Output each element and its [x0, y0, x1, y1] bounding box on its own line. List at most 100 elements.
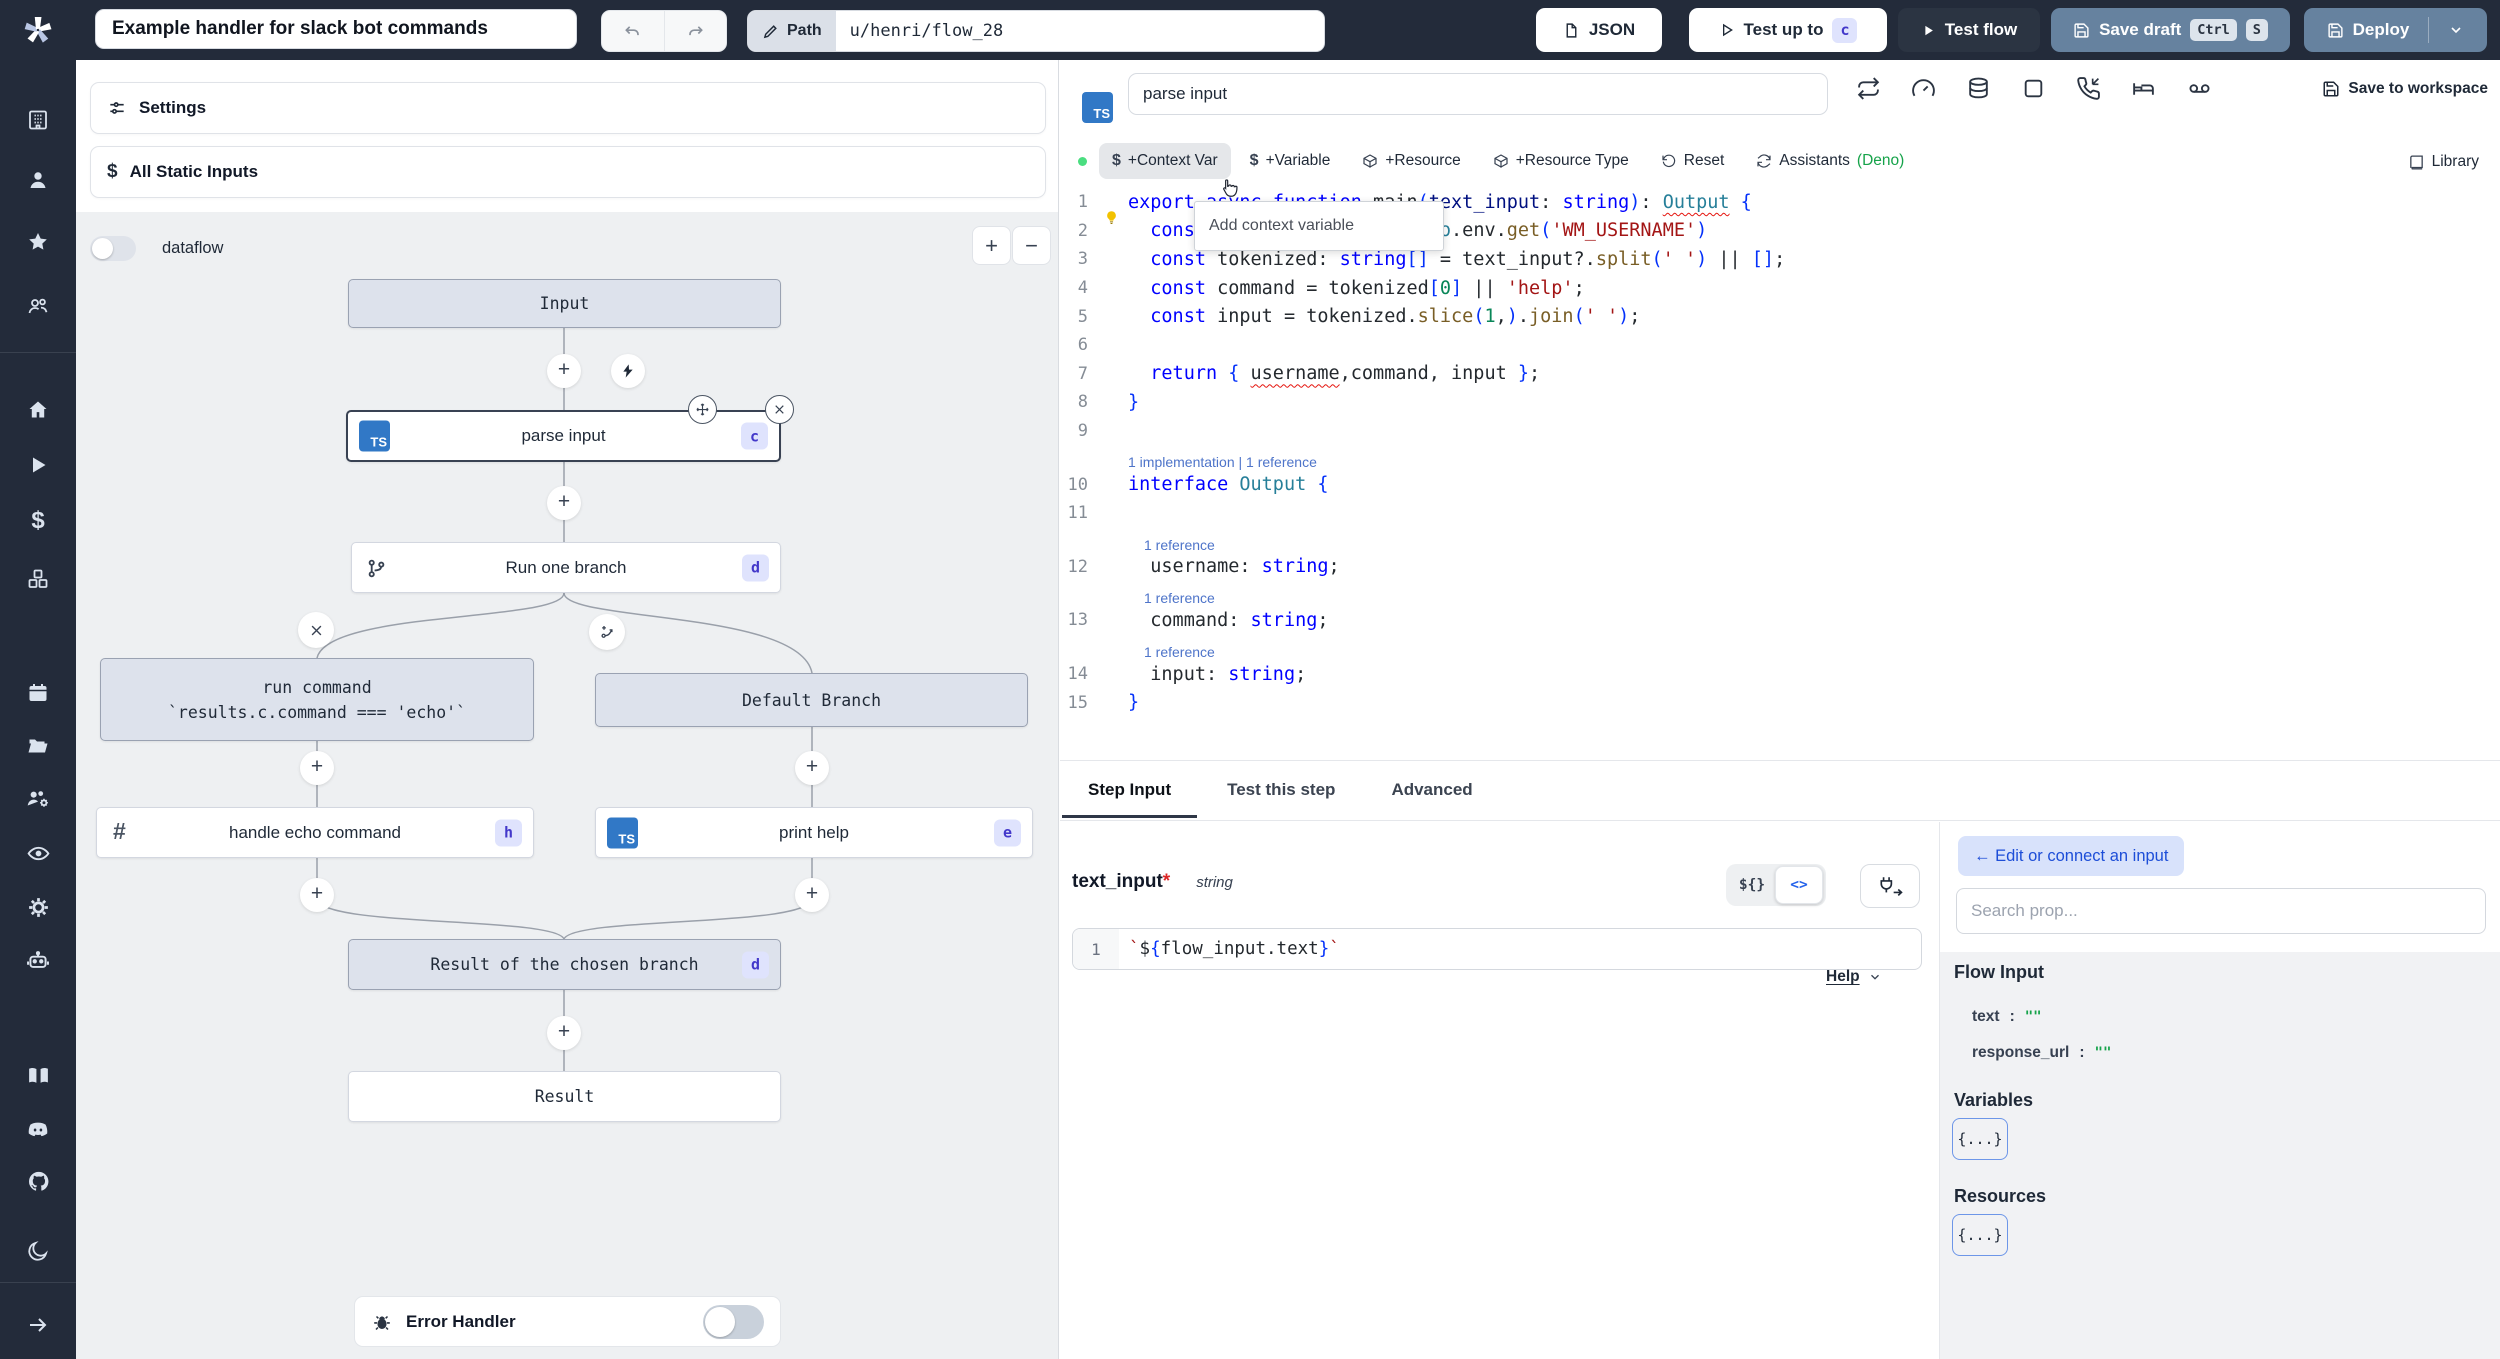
resources-expand-chip[interactable]: {...} [1952, 1214, 2008, 1256]
windmill-logo[interactable] [0, 0, 76, 60]
code-line[interactable]: 4 const command = tokenized[0] || 'help'… [1060, 274, 2500, 303]
code-editor[interactable]: 1export async function main(text_input: … [1060, 188, 2500, 760]
delete-step-button[interactable] [765, 395, 794, 424]
codelens-link[interactable]: 1 reference [1060, 581, 2500, 606]
mock-icon[interactable] [2021, 76, 2046, 101]
code-line[interactable]: 7 return { username,command, input }; [1060, 360, 2500, 389]
edit-or-connect-button[interactable]: ← Edit or connect an input [1958, 836, 2185, 876]
path-chip[interactable]: Path [748, 11, 836, 51]
sidebar-item-folders[interactable] [0, 726, 76, 766]
path-input[interactable] [835, 11, 1324, 51]
node-result[interactable]: Result [348, 1071, 781, 1122]
undo-button[interactable] [602, 11, 665, 51]
tab-advanced[interactable]: Advanced [1363, 762, 1500, 818]
flow-title-input[interactable] [95, 9, 577, 49]
quickfix-lightbulb-icon[interactable] [1104, 210, 1119, 225]
node-default-branch[interactable]: Default Branch [595, 673, 1028, 727]
sidebar-item-favorites[interactable] [0, 222, 76, 262]
help-link[interactable]: Help [1826, 968, 1882, 986]
sidebar-item-groups[interactable] [0, 286, 76, 326]
node-branch-run-command[interactable]: run command `results.c.command === 'echo… [100, 658, 534, 741]
assistants-button[interactable]: Assistants (Deno) [1743, 143, 1917, 179]
add-resource-button[interactable]: +Resource [1349, 143, 1473, 179]
sidebar-item-workspace[interactable] [0, 100, 76, 140]
node-branch-result[interactable]: Result of the chosen branch d [348, 939, 781, 990]
add-step-button[interactable]: + [300, 751, 334, 785]
add-step-button[interactable]: + [547, 354, 581, 388]
add-step-button[interactable]: + [547, 486, 581, 520]
add-step-button[interactable]: + [795, 751, 829, 785]
code-line[interactable]: 12 username: string; [1060, 553, 2500, 582]
code-mode-button[interactable]: <> [1775, 866, 1823, 904]
codelens-link[interactable]: 1 reference [1060, 528, 2500, 553]
node-parse-input[interactable]: TS parse input c [346, 410, 781, 462]
prop-response-url[interactable]: response_url: "" [1972, 1044, 2111, 1062]
sidebar-item-schedules[interactable] [0, 673, 76, 713]
sidebar-item-github[interactable] [0, 1161, 76, 1201]
reset-button[interactable]: Reset [1648, 143, 1738, 179]
add-step-button[interactable]: + [300, 878, 334, 912]
code-line[interactable]: 9 [1060, 417, 2500, 446]
sidebar-item-audit-logs[interactable] [0, 833, 76, 873]
code-line[interactable]: 11 [1060, 499, 2500, 528]
codelens-link[interactable]: 1 implementation | 1 reference [1060, 445, 2500, 470]
template-mode-button[interactable]: ${} [1729, 867, 1775, 903]
expression-editor[interactable]: 1 `${flow_input.text}` [1072, 928, 1922, 970]
move-step-button[interactable] [688, 395, 717, 424]
step-name-input[interactable] [1128, 73, 1828, 115]
prop-text[interactable]: text: "" [1972, 1008, 2042, 1026]
json-button[interactable]: JSON [1536, 8, 1662, 52]
code-line[interactable]: 8} [1060, 388, 2500, 417]
save-draft-button[interactable]: Save draft Ctrl S [2051, 8, 2290, 52]
sidebar-expand-button[interactable] [0, 1305, 76, 1345]
library-button[interactable]: Library [2395, 144, 2492, 180]
node-print-help[interactable]: TS print help e [595, 807, 1033, 858]
sidebar-item-user[interactable] [0, 160, 76, 200]
sidebar-item-dark-mode[interactable] [0, 1231, 76, 1271]
add-branch-button[interactable] [589, 614, 625, 650]
save-to-workspace-button[interactable]: Save to workspace [2322, 80, 2488, 98]
sidebar-item-docs[interactable] [0, 1055, 76, 1095]
tab-step-input[interactable]: Step Input [1060, 762, 1199, 818]
suspend-icon[interactable] [2076, 76, 2101, 101]
test-flow-button[interactable]: Test flow [1898, 8, 2040, 52]
test-up-to-button[interactable]: Test up to c [1689, 8, 1887, 52]
sidebar-item-resources[interactable] [0, 559, 76, 599]
sidebar-item-home[interactable] [0, 390, 76, 430]
sidebar-item-variables[interactable]: $ [0, 501, 76, 541]
remove-branch-button[interactable] [298, 612, 334, 648]
retries-icon[interactable] [1856, 76, 1881, 101]
early-stop-icon[interactable] [1911, 76, 1936, 101]
sleep-icon[interactable] [2131, 76, 2156, 101]
deploy-button[interactable]: Deploy [2304, 8, 2487, 52]
add-step-button[interactable]: + [547, 1016, 581, 1050]
sidebar-item-settings[interactable] [0, 887, 76, 927]
search-prop-input[interactable] [1956, 888, 2486, 934]
error-handler-toggle[interactable] [703, 1304, 764, 1339]
code-line[interactable]: 13 command: string; [1060, 606, 2500, 635]
sidebar-item-ai[interactable] [0, 941, 76, 981]
code-line[interactable]: 6 [1060, 331, 2500, 360]
sidebar-item-discord[interactable] [0, 1110, 76, 1150]
tab-test-this-step[interactable]: Test this step [1199, 762, 1363, 818]
add-variable-button[interactable]: $ +Variable [1237, 143, 1344, 179]
cache-icon[interactable] [1966, 76, 1991, 101]
trigger-button[interactable] [611, 354, 645, 388]
code-line[interactable]: 14 input: string; [1060, 660, 2500, 689]
add-resource-type-button[interactable]: +Resource Type [1480, 143, 1642, 179]
code-line[interactable]: 15} [1060, 688, 2500, 717]
codelens-link[interactable]: 1 reference [1060, 635, 2500, 660]
chevron-down-icon[interactable] [2448, 22, 2464, 38]
sidebar-item-workers[interactable] [0, 779, 76, 819]
node-run-one-branch[interactable]: Run one branch d [351, 542, 781, 593]
lifetime-icon[interactable] [2186, 76, 2213, 101]
code-line[interactable]: 5 const input = tokenized.slice(1,).join… [1060, 302, 2500, 331]
code-line[interactable]: 10 interface Output { [1060, 470, 2500, 499]
redo-button[interactable] [665, 11, 727, 51]
node-flow-input[interactable]: Input [348, 279, 781, 328]
add-context-var-button[interactable]: $ +Context Var [1099, 143, 1231, 179]
connect-input-button[interactable] [1860, 864, 1920, 908]
sidebar-item-runs[interactable] [0, 445, 76, 485]
add-step-button[interactable]: + [795, 878, 829, 912]
node-handle-echo-command[interactable]: # handle echo command h [96, 807, 534, 858]
